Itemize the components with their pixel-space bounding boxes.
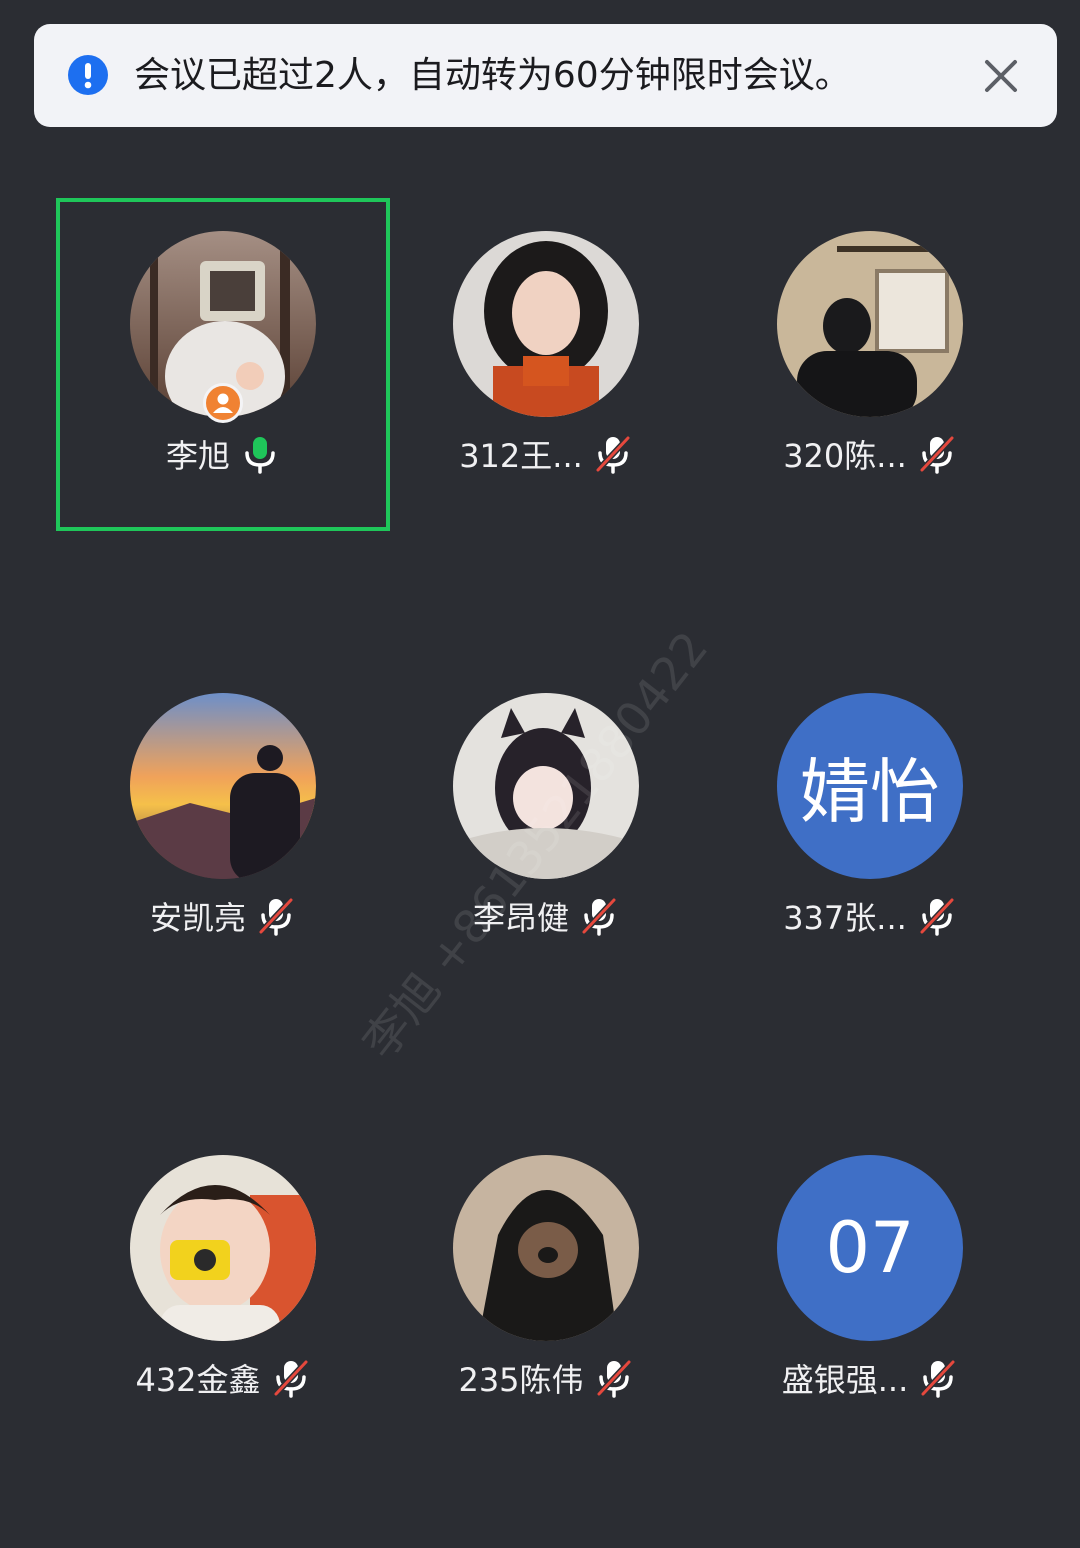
participant-name: 320陈... xyxy=(783,437,907,475)
mic-muted-icon[interactable] xyxy=(918,1358,958,1398)
mic-muted-icon[interactable] xyxy=(271,1358,311,1398)
limit-notification-banner: 会议已超过2人，自动转为60分钟限时会议。 xyxy=(34,24,1057,127)
participant-name: 337张... xyxy=(783,899,907,937)
participant-name: 432金鑫 xyxy=(135,1361,261,1399)
participant-name: 李昂健 xyxy=(472,899,569,937)
banner-message: 会议已超过2人，自动转为60分钟限时会议。 xyxy=(134,55,851,96)
mic-on-icon[interactable] xyxy=(240,434,280,474)
participant-name: 李旭 xyxy=(165,437,230,475)
mic-muted-icon[interactable] xyxy=(917,434,957,474)
avatar xyxy=(453,231,639,417)
avatar xyxy=(453,693,639,879)
avatar xyxy=(130,1155,316,1341)
avatar xyxy=(130,693,316,879)
participant-tile[interactable]: 07 盛银强... xyxy=(703,1122,1037,1455)
mic-muted-icon[interactable] xyxy=(594,1358,634,1398)
avatar-initials: 婧怡 xyxy=(777,693,963,879)
participant-name: 235陈伟 xyxy=(458,1361,584,1399)
avatar xyxy=(453,1155,639,1341)
avatar xyxy=(777,231,963,417)
participant-tile[interactable]: 婧怡 337张... xyxy=(703,660,1037,993)
participant-tile[interactable]: 安凯亮 xyxy=(56,660,390,993)
participant-tile-self[interactable]: 李旭 xyxy=(56,198,390,531)
participant-tile[interactable]: 李昂健 xyxy=(379,660,713,993)
participant-tile[interactable]: 312王... xyxy=(379,198,713,531)
mic-muted-icon[interactable] xyxy=(917,896,957,936)
close-icon[interactable] xyxy=(984,59,1018,93)
info-icon xyxy=(68,55,108,95)
mic-muted-icon[interactable] xyxy=(579,896,619,936)
avatar-initials: 07 xyxy=(777,1155,963,1341)
participant-name: 盛银强... xyxy=(781,1361,909,1399)
mic-muted-icon[interactable] xyxy=(593,434,633,474)
participant-name: 安凯亮 xyxy=(149,899,246,937)
host-badge-icon xyxy=(203,383,243,423)
mic-muted-icon[interactable] xyxy=(256,896,296,936)
participant-name: 312王... xyxy=(459,437,583,475)
participant-tile[interactable]: 432金鑫 xyxy=(56,1122,390,1455)
participant-tile[interactable]: 235陈伟 xyxy=(379,1122,713,1455)
participant-tile[interactable]: 320陈... xyxy=(703,198,1037,531)
